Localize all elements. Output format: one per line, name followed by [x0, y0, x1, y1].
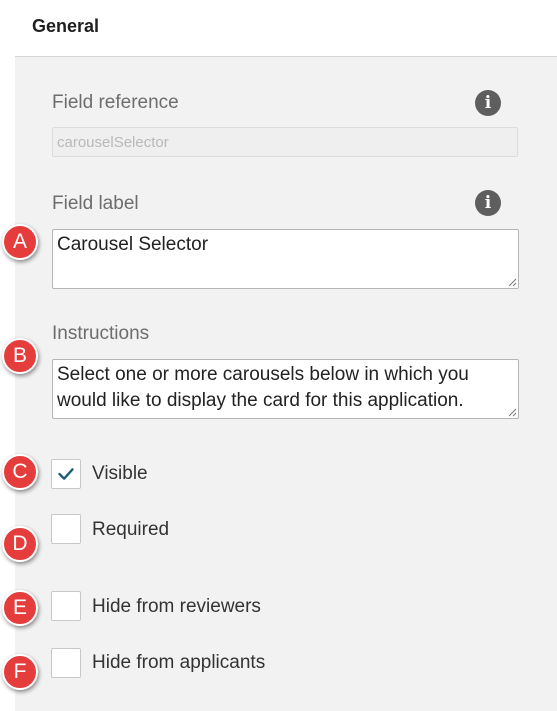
required-checkbox[interactable] — [51, 514, 81, 544]
callout-badge-d: D — [2, 526, 38, 562]
callout-badge-b: B — [2, 338, 38, 374]
section-title: General — [32, 16, 100, 36]
hide-from-applicants-checkbox[interactable] — [51, 648, 81, 678]
field-reference-info-icon[interactable]: i — [475, 90, 501, 116]
hide-from-applicants-label: Hide from applicants — [92, 652, 266, 673]
field-reference-input: carouselSelector — [52, 127, 518, 157]
instructions-textarea[interactable]: Select one or more carousels below in wh… — [52, 359, 519, 419]
field-label-value: Carousel Selector — [57, 234, 209, 255]
hide-from-reviewers-checkbox[interactable] — [51, 591, 81, 621]
field-label-info-icon[interactable]: i — [475, 190, 501, 216]
visible-label: Visible — [92, 463, 148, 484]
check-icon — [58, 468, 74, 480]
section-header: General — [15, 0, 557, 57]
instructions-line-2: would like to display the card for this … — [57, 390, 464, 411]
instructions-line-1: Select one or more carousels below in wh… — [57, 364, 469, 385]
visible-checkbox[interactable] — [51, 459, 81, 489]
field-reference-label: Field reference — [52, 92, 179, 113]
hide-from-reviewers-label: Hide from reviewers — [92, 596, 261, 617]
resize-handle-icon[interactable] — [507, 277, 517, 287]
resize-handle-icon[interactable] — [507, 407, 517, 417]
callout-badge-a: A — [2, 224, 38, 260]
required-label: Required — [92, 519, 170, 540]
field-label-textarea[interactable]: Carousel Selector — [52, 229, 519, 289]
callout-badge-f: F — [2, 654, 38, 690]
callout-badge-e: E — [2, 590, 38, 626]
field-label-label: Field label — [52, 193, 139, 214]
instructions-label: Instructions — [52, 323, 150, 344]
general-panel: Field reference i carouselSelector Field… — [15, 57, 557, 711]
callout-badge-c: C — [2, 454, 38, 490]
